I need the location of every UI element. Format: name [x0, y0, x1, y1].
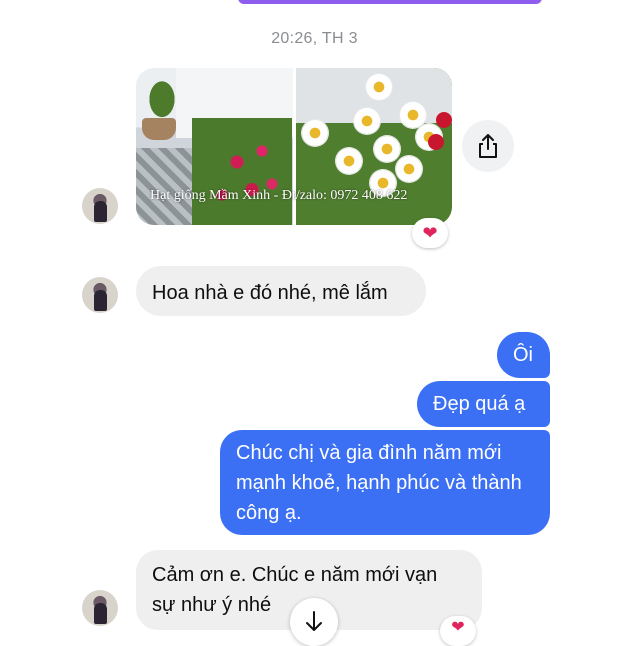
outgoing-message[interactable]: Ôi: [497, 332, 550, 378]
timestamp: 20:26, TH 3: [271, 30, 358, 47]
image-watermark: Hạt giống Mầm Xinh - Đt/zalo: 0972 408 6…: [150, 188, 408, 203]
heart-icon: ❤: [422, 223, 438, 243]
incoming-message[interactable]: Hoa nhà e đó nhé, mê lắm: [136, 266, 426, 316]
outgoing-message[interactable]: Đẹp quá ạ: [417, 381, 550, 427]
heart-reaction[interactable]: ❤: [412, 218, 448, 248]
avatar[interactable]: [82, 277, 118, 313]
share-button[interactable]: [462, 120, 514, 172]
previous-message-edge: [238, 0, 542, 4]
share-icon: [479, 134, 497, 158]
arrow-down-icon: [306, 611, 322, 631]
avatar[interactable]: [82, 188, 118, 224]
avatar[interactable]: [82, 590, 118, 626]
heart-icon: ❤: [451, 619, 465, 636]
outgoing-message[interactable]: Chúc chị và gia đình năm mới mạnh khoẻ, …: [220, 430, 550, 535]
heart-reaction[interactable]: ❤: [440, 616, 476, 646]
scroll-down-button[interactable]: [290, 598, 338, 646]
